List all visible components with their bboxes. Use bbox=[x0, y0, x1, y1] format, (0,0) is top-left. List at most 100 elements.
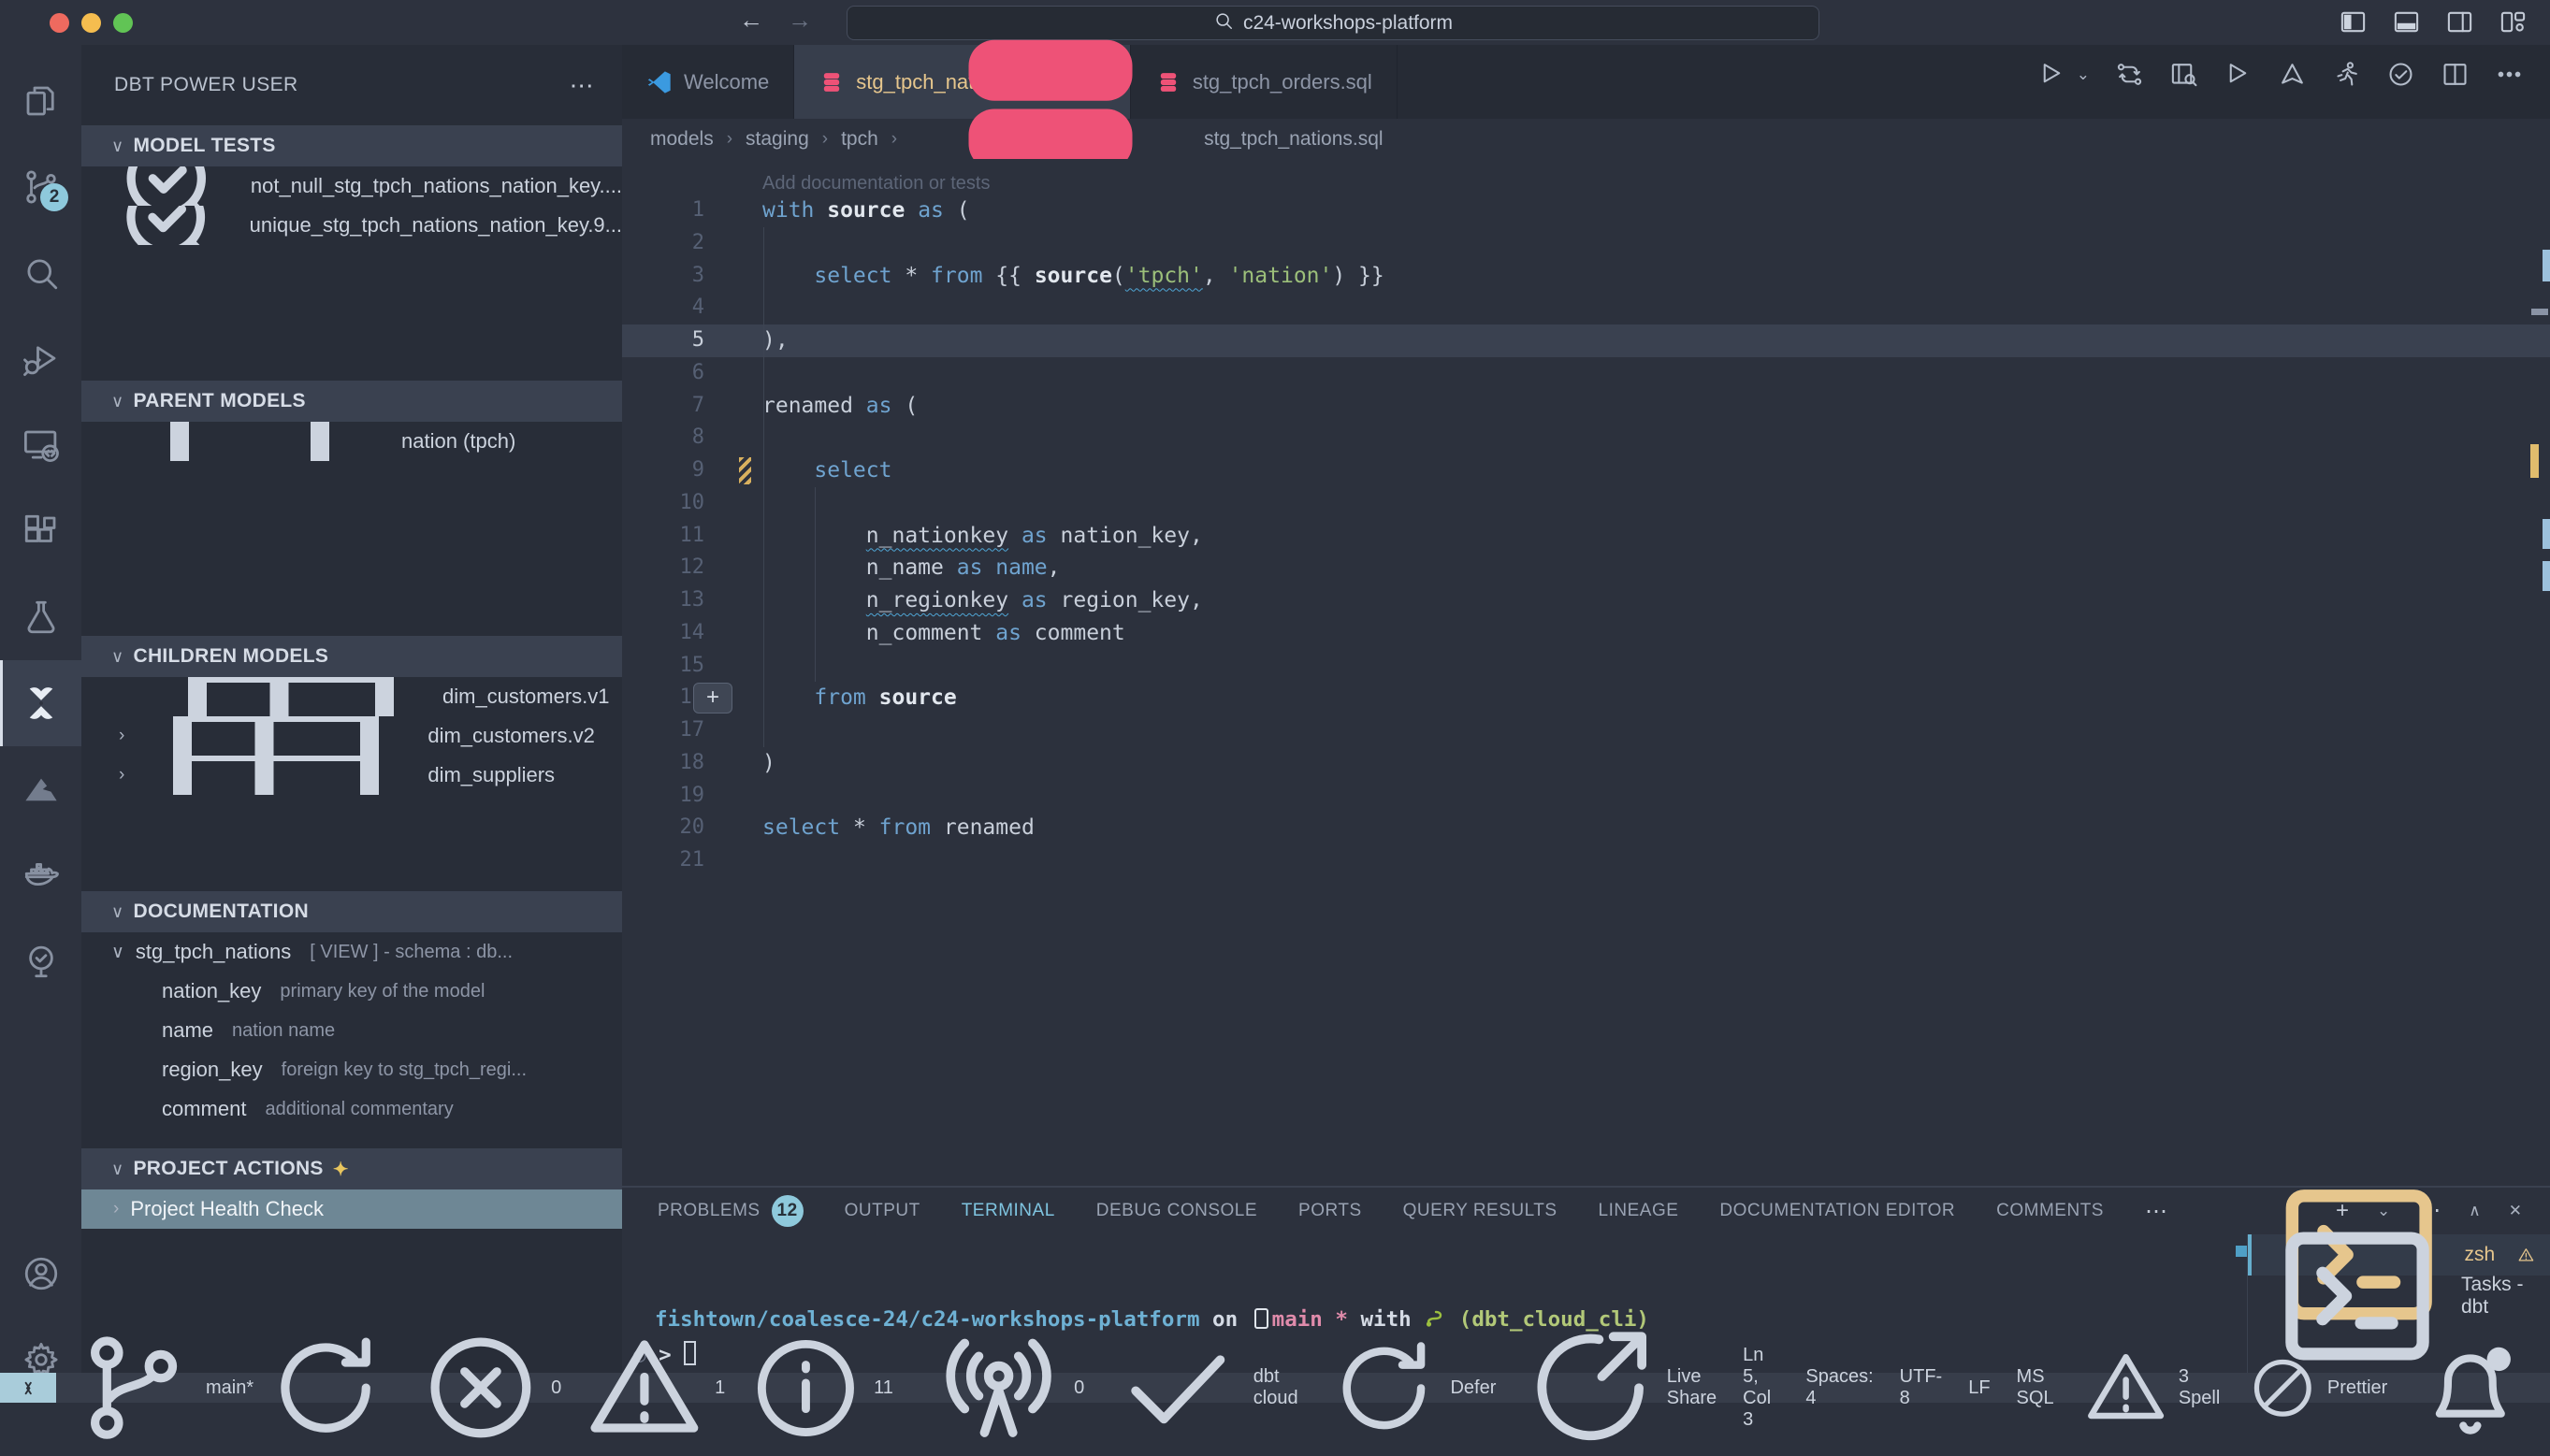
code-line-20[interactable]: 20select * from renamed bbox=[622, 812, 2550, 844]
tree-item-dim-suppliers[interactable]: ›dim_suppliers bbox=[81, 756, 622, 795]
panel-tab-lineage[interactable]: LINEAGE bbox=[1599, 1201, 1679, 1221]
sidebar-more-actions-icon[interactable]: ⋯ bbox=[570, 71, 594, 100]
panel-tab-terminal[interactable]: TERMINAL bbox=[962, 1201, 1055, 1221]
status-dbt-cloud[interactable]: dbt cloud bbox=[1097, 1373, 1311, 1403]
breadcrumb-item[interactable]: staging bbox=[746, 128, 809, 151]
activity-item-remote-explorer[interactable] bbox=[0, 402, 81, 488]
activity-item-docker[interactable] bbox=[0, 832, 81, 918]
code-line-6[interactable]: 6 bbox=[622, 357, 2550, 390]
section-header-model-tests[interactable]: ∨MODEL TESTS bbox=[81, 125, 622, 166]
code-line-7[interactable]: 7renamed as ( bbox=[622, 390, 2550, 423]
code-line-8[interactable]: 8 bbox=[622, 422, 2550, 454]
code-line-12[interactable]: 12 n_name as name, bbox=[622, 552, 2550, 584]
activity-item-todo-tree[interactable] bbox=[0, 918, 81, 1004]
panel-tab-output[interactable]: OUTPUT bbox=[845, 1201, 920, 1221]
activity-item-accounts[interactable] bbox=[0, 1231, 81, 1317]
tree-item-nation-tpch-[interactable]: nation (tpch) bbox=[81, 422, 622, 461]
status-indentation[interactable]: Spaces: 4 bbox=[1792, 1373, 1886, 1403]
activity-item-testing[interactable] bbox=[0, 574, 81, 660]
status-eol[interactable]: LF bbox=[1955, 1373, 2003, 1403]
tree-item-project-health-check[interactable]: ›Project Health Check bbox=[81, 1189, 622, 1229]
code-line-3[interactable]: 3 select * from {{ source('tpch', 'natio… bbox=[622, 260, 2550, 293]
code-line-10[interactable]: 10 bbox=[622, 487, 2550, 520]
status-encoding[interactable]: UTF-8 bbox=[1887, 1373, 1956, 1403]
code-editor[interactable]: Add documentation or tests 1with source … bbox=[622, 159, 2550, 1186]
status-cursor-position[interactable]: Ln 5, Col 3 bbox=[1730, 1373, 1792, 1403]
status-spell-checker[interactable]: 3 Spell bbox=[2067, 1373, 2234, 1403]
window-close-button[interactable] bbox=[50, 13, 69, 33]
toggle-secondary-sidebar-icon[interactable] bbox=[2445, 7, 2474, 36]
code-line-13[interactable]: 13 n_regionkey as region_key, bbox=[622, 584, 2550, 617]
code-line-2[interactable]: 2 bbox=[622, 227, 2550, 260]
breadcrumb-item[interactable]: tpch bbox=[841, 128, 878, 151]
status-notifications[interactable] bbox=[2400, 1373, 2541, 1403]
tree-item-region-key[interactable]: region_keyforeign key to stg_tpch_regi..… bbox=[81, 1050, 622, 1089]
nav-forward-icon[interactable]: → bbox=[788, 6, 812, 35]
code-line-15[interactable]: 15 bbox=[622, 650, 2550, 683]
activity-item-dbt-power-user[interactable] bbox=[0, 660, 81, 746]
runner-icon[interactable] bbox=[2332, 60, 2361, 89]
panel-maximize-icon[interactable]: ∧ bbox=[2469, 1202, 2480, 1220]
panel-tab-comments[interactable]: COMMENTS bbox=[1996, 1201, 2104, 1221]
panel-tab-problems[interactable]: PROBLEMS12 bbox=[658, 1195, 804, 1227]
panel-tabs-overflow-icon[interactable]: ⋯ bbox=[2145, 1198, 2168, 1225]
tree-item-dim-customers-v2[interactable]: ›dim_customers.v2 bbox=[81, 716, 622, 756]
tree-item-dim-customers-v1[interactable]: dim_customers.v1 bbox=[81, 677, 622, 716]
run-caret-icon[interactable]: ⌄ bbox=[2077, 65, 2090, 84]
activity-item-search[interactable] bbox=[0, 230, 81, 316]
query-preview-icon[interactable] bbox=[2169, 60, 2198, 89]
panel-tab-ports[interactable]: PORTS bbox=[1298, 1201, 1362, 1221]
code-line-4[interactable]: 4 bbox=[622, 292, 2550, 324]
window-zoom-button[interactable] bbox=[113, 13, 133, 33]
panel-tab-documentation-editor[interactable]: DOCUMENTATION EDITOR bbox=[1719, 1201, 1955, 1221]
breadcrumb-file[interactable]: stg_tpch_nations.sql bbox=[1204, 128, 1383, 151]
status-live-share[interactable]: Live Share bbox=[1509, 1373, 1730, 1403]
status-prettier[interactable]: Prettier bbox=[2233, 1373, 2400, 1403]
status-language-mode[interactable]: MS SQL bbox=[2004, 1373, 2067, 1403]
more-icon[interactable] bbox=[2495, 60, 2524, 89]
code-line-14[interactable]: 14 n_comment as comment bbox=[622, 617, 2550, 650]
status-problems-summary[interactable]: 0111 bbox=[403, 1373, 918, 1403]
dbt-logo-icon[interactable] bbox=[2278, 60, 2307, 89]
activity-item-source-control[interactable]: 2 bbox=[0, 144, 81, 230]
tab-welcome[interactable]: Welcome bbox=[622, 45, 794, 119]
code-line-19[interactable]: 19 bbox=[622, 780, 2550, 813]
remote-indicator[interactable] bbox=[0, 1373, 56, 1403]
gutter-add-button[interactable]: + bbox=[693, 683, 732, 714]
tree-item-comment[interactable]: commentadditional commentary bbox=[81, 1089, 622, 1129]
activity-item-altimate-ai[interactable] bbox=[0, 746, 81, 832]
terminal-instance-tasks-dbt[interactable]: Tasks - dbt bbox=[2248, 1276, 2550, 1317]
nav-back-icon[interactable]: ← bbox=[739, 6, 763, 35]
toggle-primary-sidebar-icon[interactable] bbox=[2339, 7, 2368, 36]
code-line-18[interactable]: 18) bbox=[622, 747, 2550, 780]
window-minimize-button[interactable] bbox=[81, 13, 101, 33]
codelens-add-docs[interactable]: Add documentation or tests bbox=[622, 159, 2550, 195]
code-line-11[interactable]: 11 n_nationkey as nation_key, bbox=[622, 520, 2550, 553]
panel-tab-query-results[interactable]: QUERY RESULTS bbox=[1403, 1201, 1558, 1221]
tree-item-unique-stg-tpch-nations-nation-key-9-[interactable]: unique_stg_tpch_nations_nation_key.9... bbox=[81, 206, 622, 245]
code-line-5[interactable]: 5), bbox=[622, 324, 2550, 357]
status-git-branch[interactable]: main* bbox=[56, 1373, 404, 1403]
breadcrumb-item[interactable]: models bbox=[650, 128, 714, 151]
code-line-17[interactable]: 17 bbox=[622, 714, 2550, 747]
lineage-icon[interactable] bbox=[2115, 60, 2144, 89]
code-line-16[interactable]: 16+ from source bbox=[622, 682, 2550, 714]
activity-item-run-and-debug[interactable] bbox=[0, 316, 81, 402]
code-line-9[interactable]: 9 select bbox=[622, 454, 2550, 487]
tree-item-not-null-stg-tpch-nations-nation-key-[interactable]: not_null_stg_tpch_nations_nation_key.... bbox=[81, 166, 622, 206]
activity-item-explorer[interactable] bbox=[0, 58, 81, 144]
panel-close-icon[interactable]: ✕ bbox=[2509, 1202, 2522, 1220]
section-header-documentation[interactable]: ∨DOCUMENTATION bbox=[81, 891, 622, 932]
status-defer[interactable]: Defer bbox=[1311, 1373, 1510, 1403]
run-dropdown-icon[interactable] bbox=[2037, 60, 2066, 89]
validate-icon[interactable] bbox=[2386, 60, 2415, 89]
customize-layout-icon[interactable] bbox=[2499, 7, 2528, 36]
split-editor-icon[interactable] bbox=[2441, 60, 2470, 89]
status-ports-forwarded[interactable]: 0 bbox=[918, 1373, 1097, 1403]
terminal-sash-handle[interactable] bbox=[2236, 1246, 2247, 1257]
tree-item-name[interactable]: namenation name bbox=[81, 1011, 622, 1050]
code-line-1[interactable]: 1with source as ( bbox=[622, 195, 2550, 227]
panel-tab-debug-console[interactable]: DEBUG CONSOLE bbox=[1096, 1201, 1257, 1221]
execute-icon[interactable] bbox=[2224, 60, 2253, 89]
tree-item-nation-key[interactable]: nation_keyprimary key of the model bbox=[81, 972, 622, 1011]
